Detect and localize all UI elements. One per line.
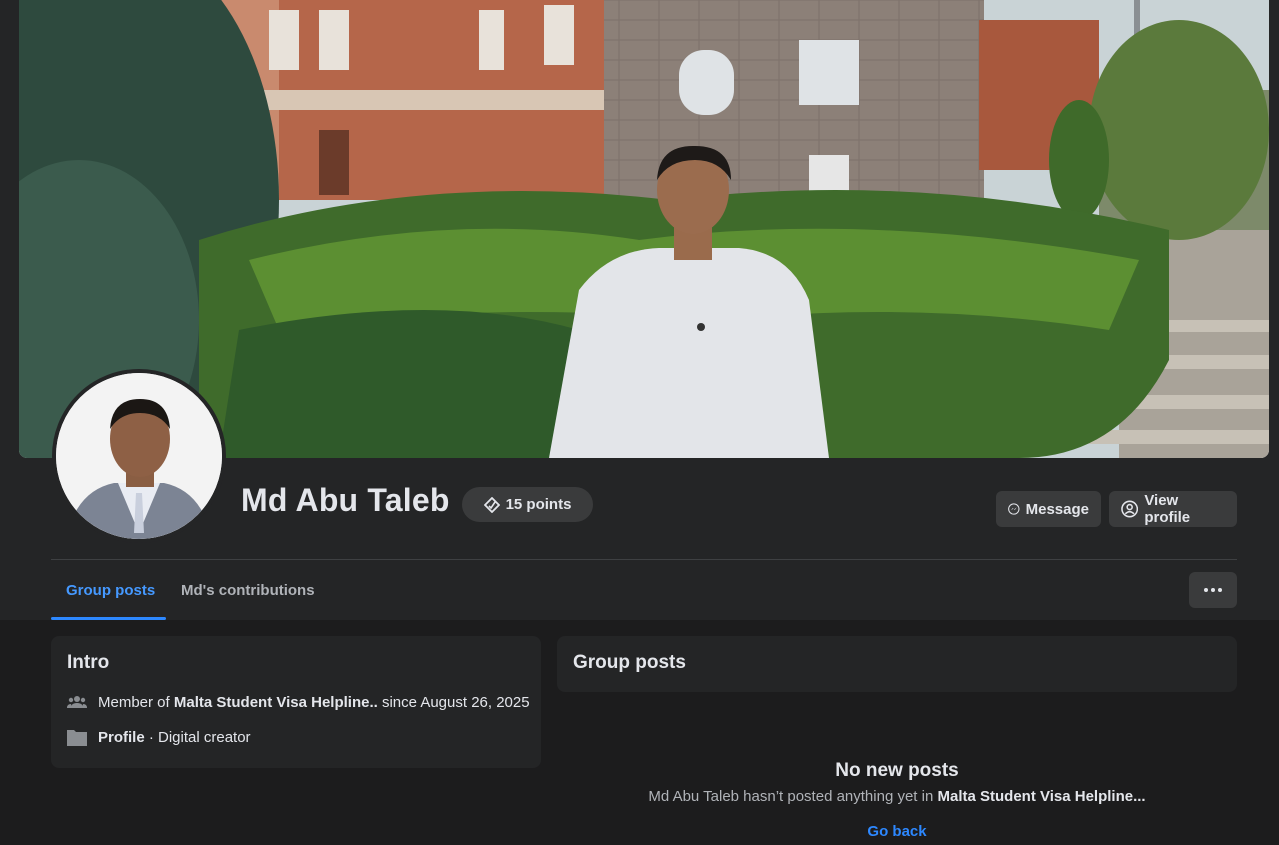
ellipsis-dot — [1218, 588, 1222, 592]
membership-row: Member of Malta Student Visa Helpline.. … — [67, 692, 530, 712]
empty-state: No new posts Md Abu Taleb hasn’t posted … — [557, 760, 1237, 841]
ellipsis-icon — [1204, 588, 1208, 592]
ellipsis-dot — [1211, 588, 1215, 592]
points-icon — [483, 496, 500, 513]
group-members-icon — [67, 696, 87, 708]
profile-type-suffix: · Digital creator — [144, 728, 251, 746]
membership-prefix: Member of — [98, 693, 174, 711]
messenger-icon — [1008, 503, 1020, 515]
membership-group-link[interactable]: Malta Student Visa Helpline.. — [174, 694, 378, 711]
profile-name: Md Abu Taleb — [241, 482, 450, 518]
points-label: 15 points — [505, 496, 572, 513]
view-profile-label: View profile — [1144, 492, 1191, 526]
view-profile-button[interactable]: View profile — [1109, 491, 1237, 527]
empty-state-group-link[interactable]: Malta Student Visa Helpline... — [937, 788, 1145, 805]
empty-state-title: No new posts — [835, 760, 959, 781]
more-options-button[interactable] — [1189, 572, 1237, 608]
cover-photo[interactable] — [19, 0, 1269, 458]
intro-title: Intro — [67, 652, 110, 673]
tab-group-posts[interactable]: Group posts — [51, 560, 170, 620]
group-posts-title: Group posts — [573, 652, 686, 673]
intro-card: Intro Member of Malta Student Visa Helpl… — [51, 636, 541, 768]
profile-type-row: Profile · Digital creator — [67, 728, 251, 746]
profile-type-text: Profile · Digital creator — [98, 729, 251, 746]
points-badge[interactable]: 15 points — [462, 487, 593, 522]
message-button[interactable]: Message — [996, 491, 1101, 527]
membership-text: Member of Malta Student Visa Helpline.. … — [98, 694, 530, 711]
go-back-link[interactable]: Go back — [867, 823, 926, 840]
active-tab-indicator — [51, 617, 166, 620]
folder-icon — [67, 730, 87, 746]
empty-state-message: Md Abu Taleb hasn’t posted anything yet … — [557, 788, 1237, 805]
profile-avatar[interactable] — [52, 369, 226, 543]
membership-suffix: since August 26, 2025 — [377, 693, 530, 711]
user-icon — [1121, 500, 1139, 518]
group-posts-card: Group posts — [557, 636, 1237, 692]
profile-header: Md Abu Taleb 15 points Message View prof… — [0, 0, 1279, 620]
message-label: Message — [1025, 500, 1089, 518]
empty-state-prefix: Md Abu Taleb hasn’t posted anything yet … — [648, 788, 938, 805]
profile-type-label: Profile — [98, 728, 145, 746]
tab-contributions[interactable]: Md's contributions — [166, 560, 330, 620]
